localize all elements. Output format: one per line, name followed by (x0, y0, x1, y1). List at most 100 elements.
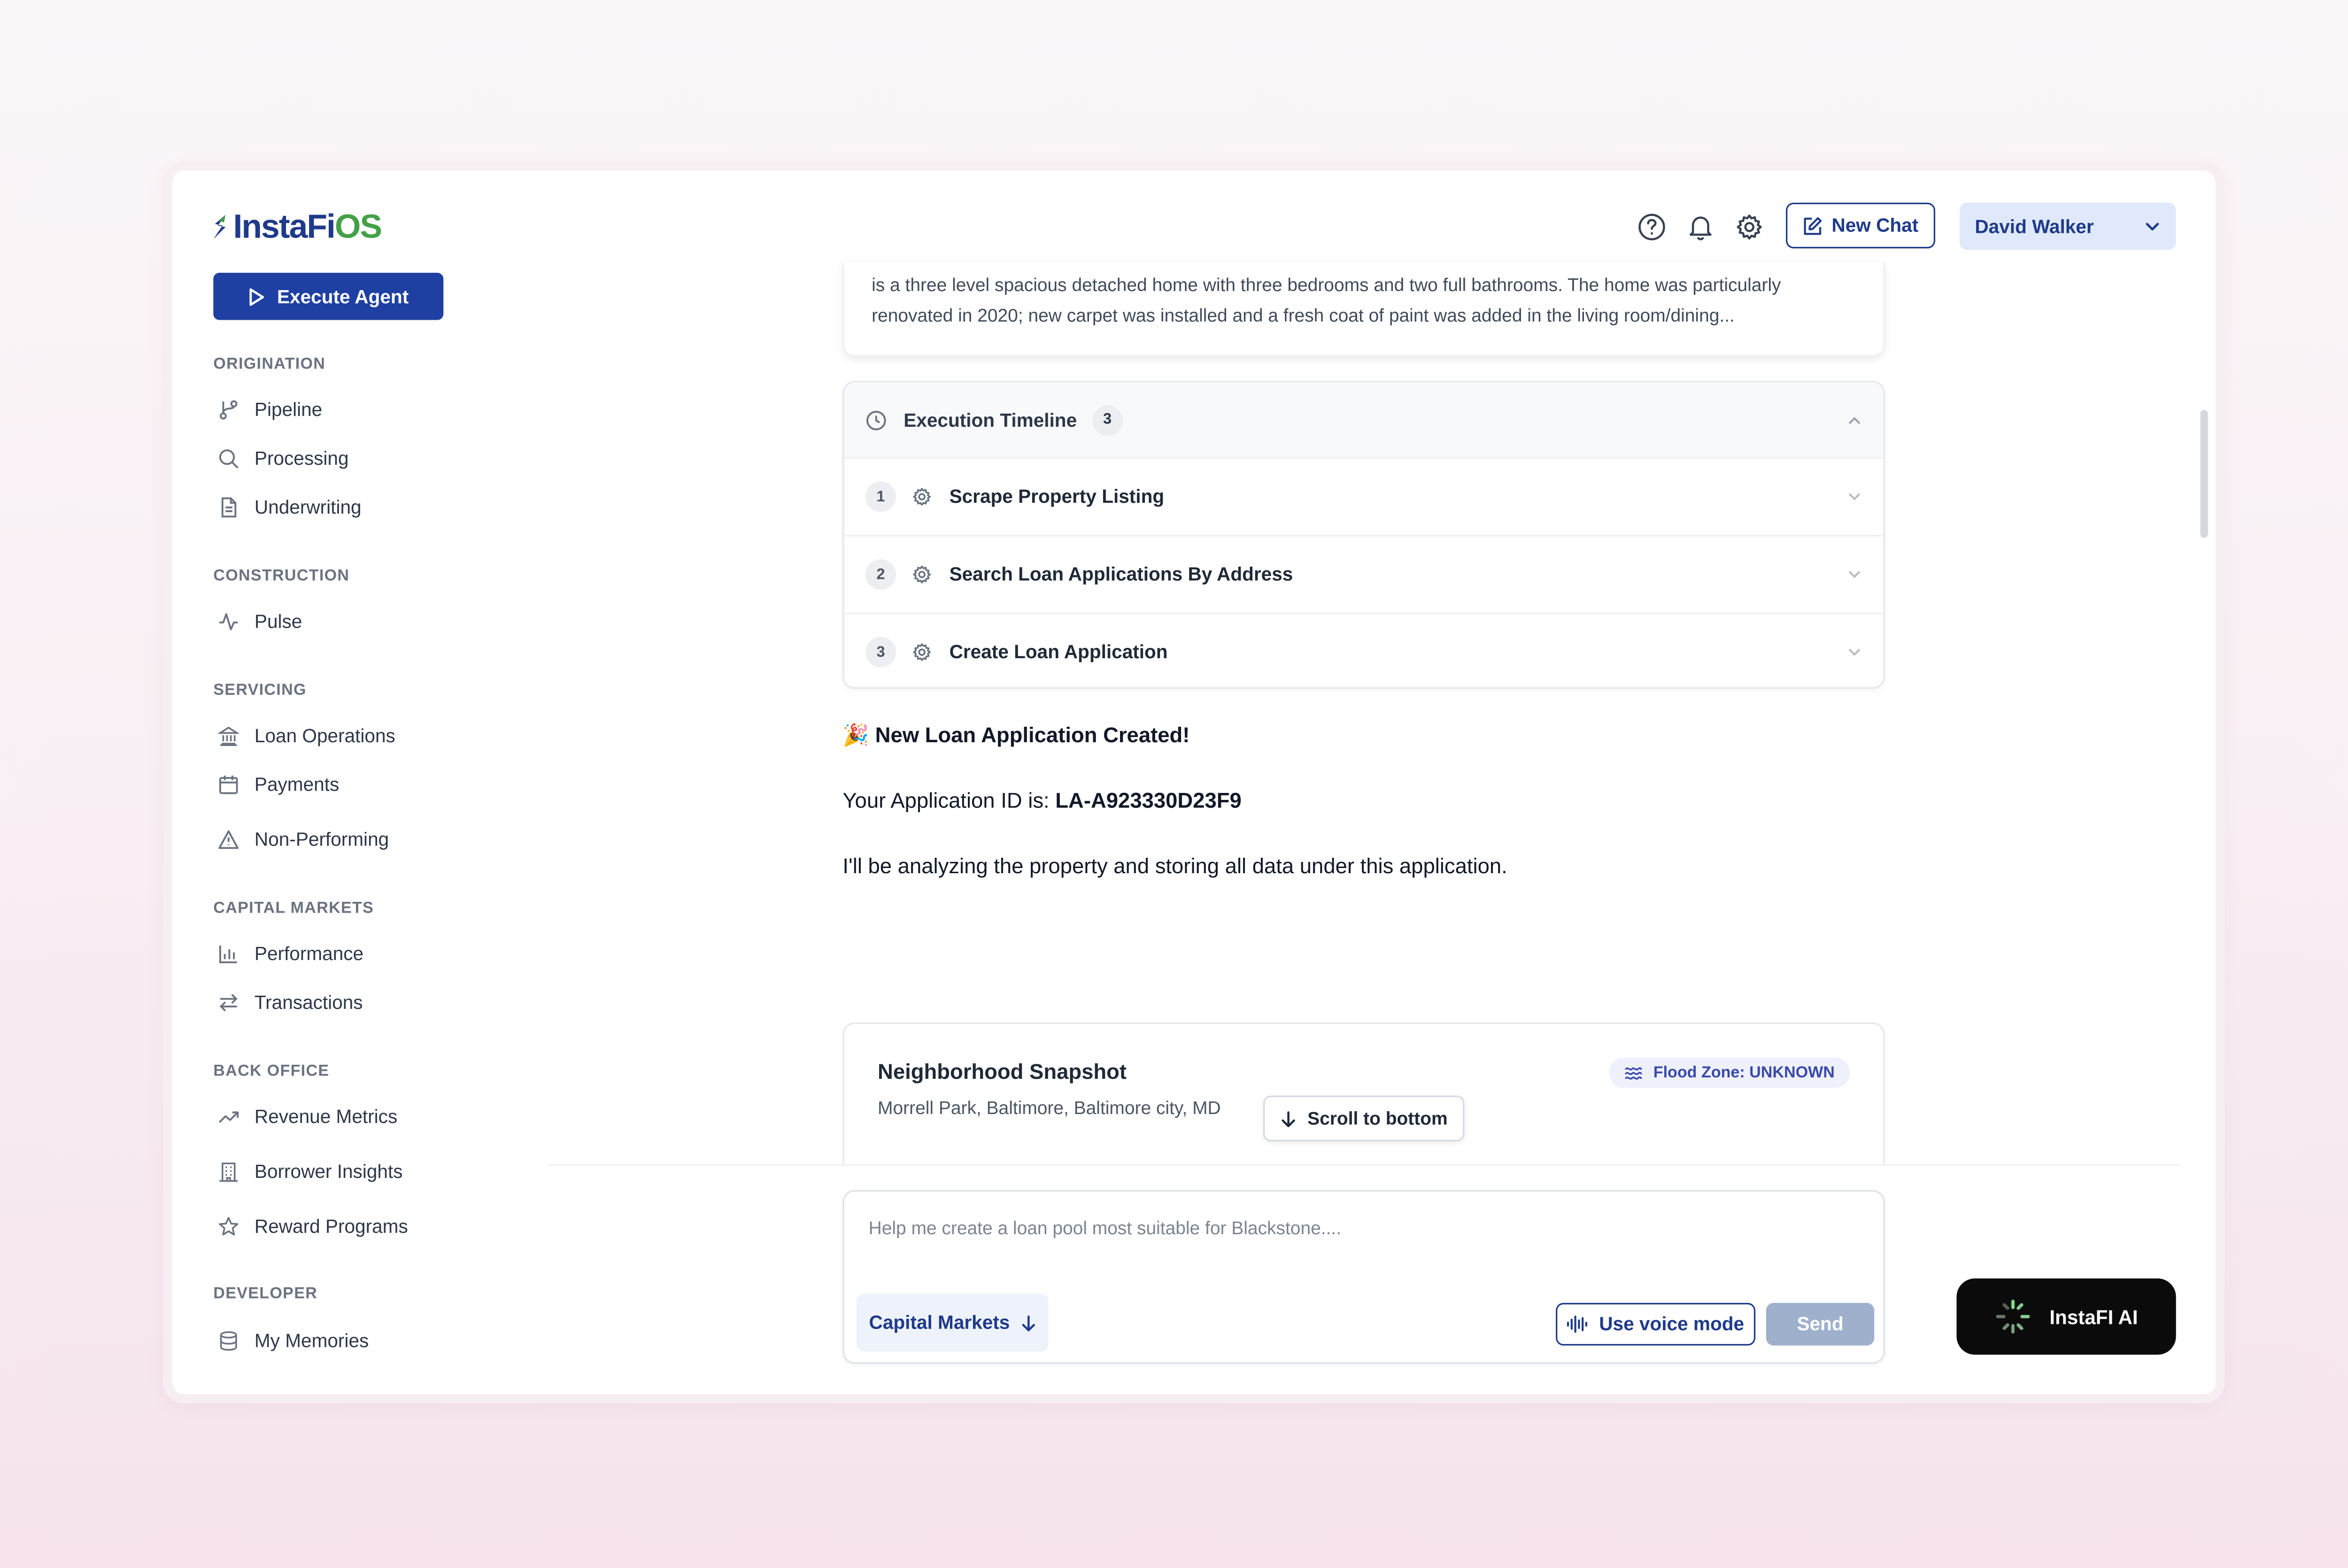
star-icon (219, 1217, 239, 1236)
flood-zone-badge: Flood Zone: UNKNOWN (1609, 1057, 1850, 1088)
application-id-value: LA-A923330D23F9 (1055, 788, 1242, 813)
gear-icon[interactable] (1734, 212, 1765, 242)
edit-icon (1804, 216, 1822, 234)
context-selector-button[interactable]: Capital Markets (856, 1293, 1049, 1352)
sidebar-item-processing[interactable]: Processing (218, 445, 349, 472)
bell-icon[interactable] (1685, 212, 1716, 242)
execution-timeline: Execution Timeline 3 1 Scrape Property L… (842, 381, 1885, 689)
send-button[interactable]: Send (1766, 1303, 1875, 1346)
swap-icon (219, 994, 238, 1011)
sidebar-item-label: Reward Programs (254, 1216, 408, 1237)
gear-icon (913, 565, 931, 584)
scroll-to-bottom-label: Scroll to bottom (1307, 1107, 1448, 1130)
logo-text: InstaFiOS (233, 207, 382, 246)
arrow-down-icon (1021, 1314, 1035, 1331)
execution-timeline-title: Execution Timeline (904, 409, 1077, 430)
send-label: Send (1797, 1313, 1844, 1335)
context-selector-label: Capital Markets (869, 1312, 1010, 1334)
sidebar-item-pipeline[interactable]: Pipeline (218, 396, 322, 423)
sidebar-item-performance[interactable]: Performance (218, 940, 363, 968)
step-count-badge: 3 (1092, 404, 1123, 435)
message-headline: 🎉 New Loan Application Created! (842, 723, 1189, 748)
sidebar-item-label: Performance (254, 943, 364, 965)
app-logo[interactable]: InstaFiOS (212, 207, 382, 246)
bank-icon (218, 726, 239, 746)
section-origination: ORIGINATION (213, 355, 326, 374)
building-icon (219, 1162, 238, 1182)
sidebar-item-my-memories[interactable]: My Memories (218, 1327, 369, 1354)
section-capital-markets: CAPITAL MARKETS (213, 899, 374, 918)
execute-agent-button[interactable]: Execute Agent (213, 273, 444, 320)
user-name: David Walker (1975, 215, 2094, 237)
sidebar-item-loan-operations[interactable]: Loan Operations (218, 723, 395, 750)
audio-waveform-icon (1568, 1315, 1588, 1333)
sidebar-item-underwriting[interactable]: Underwriting (218, 494, 362, 521)
step-number: 1 (865, 481, 896, 512)
timeline-step[interactable]: 2 Search Loan Applications By Address (844, 537, 1884, 615)
chevron-down-icon (1849, 649, 1860, 656)
sidebar-item-payments[interactable]: Payments (218, 771, 339, 798)
sidebar-item-non-performing[interactable]: Non-Performing (218, 826, 389, 853)
branch-icon (219, 400, 238, 420)
chat-composer: Capital Markets Use voice mode Send (842, 1190, 1885, 1364)
sidebar-item-label: Payments (254, 774, 340, 796)
sidebar-item-label: Non-Performing (254, 829, 389, 851)
chevron-down-icon (2146, 223, 2159, 231)
new-chat-button[interactable]: New Chat (1786, 202, 1936, 249)
step-label: Search Loan Applications By Address (949, 563, 1293, 585)
application-id-line: Your Application ID is: LA-A923330D23F9 (842, 788, 1241, 812)
new-chat-label: New Chat (1831, 215, 1919, 237)
headline-text: New Loan Application Created! (875, 722, 1190, 747)
logo-mark-icon (213, 215, 226, 239)
clock-icon (866, 410, 886, 430)
chat-input[interactable] (865, 1210, 1847, 1247)
sidebar-item-reward-programs[interactable]: Reward Programs (218, 1213, 408, 1240)
section-back-office: BACK OFFICE (213, 1062, 330, 1081)
sidebar-item-label: Underwriting (254, 497, 362, 518)
sidebar-item-label: Revenue Metrics (254, 1106, 398, 1128)
gear-icon (913, 643, 931, 661)
voice-mode-button[interactable]: Use voice mode (1556, 1303, 1756, 1346)
chevron-down-icon (1849, 571, 1860, 578)
warning-icon (218, 830, 239, 849)
sidebar-item-label: Transactions (254, 992, 363, 1014)
step-label: Create Loan Application (949, 641, 1168, 663)
search-icon (219, 449, 239, 469)
sidebar-item-label: Borrower Insights (254, 1161, 403, 1183)
calendar-icon (219, 776, 238, 794)
sidebar-item-label: My Memories (254, 1330, 369, 1352)
sidebar-item-label: Loan Operations (254, 725, 395, 747)
application-id-prefix: Your Application ID is: (842, 788, 1056, 813)
gear-icon (913, 488, 931, 506)
property-description-text: is a three level spacious detached home … (872, 274, 1781, 326)
voice-mode-label: Use voice mode (1599, 1313, 1745, 1335)
step-number: 2 (865, 559, 896, 590)
scroll-to-bottom-button[interactable]: Scroll to bottom (1263, 1095, 1465, 1142)
message-body: I'll be analyzing the property and stori… (842, 853, 1507, 878)
sidebar-item-borrower-insights[interactable]: Borrower Insights (218, 1158, 403, 1185)
party-emoji: 🎉 (842, 722, 870, 747)
property-description-card: is a three level spacious detached home … (842, 262, 1885, 357)
timeline-step[interactable]: 3 Create Loan Application (844, 614, 1884, 687)
timeline-step[interactable]: 1 Scrape Property Listing (844, 459, 1884, 537)
sidebar-item-transactions[interactable]: Transactions (218, 989, 363, 1016)
help-circle-icon[interactable] (1637, 212, 1667, 242)
app-window: InstaFiOS Execute Agent ORIGINATION Pipe… (172, 170, 2216, 1394)
loading-spinner-icon (1996, 1299, 2030, 1334)
user-menu-button[interactable]: David Walker (1959, 202, 2176, 250)
flood-zone-text: Flood Zone: UNKNOWN (1653, 1063, 1835, 1082)
step-label: Scrape Property Listing (949, 486, 1165, 507)
sidebar-item-label: Processing (254, 448, 349, 469)
step-number: 3 (865, 637, 896, 668)
neighborhood-location: Morrell Park, Baltimore, Baltimore city,… (878, 1097, 1221, 1119)
instafi-ai-button[interactable]: InstaFI AI (1956, 1278, 2176, 1355)
neighborhood-title: Neighborhood Snapshot (878, 1059, 1127, 1084)
play-icon (249, 287, 264, 305)
waves-icon (1625, 1067, 1642, 1080)
sidebar-item-revenue-metrics[interactable]: Revenue Metrics (218, 1103, 397, 1130)
execution-timeline-header[interactable]: Execution Timeline 3 (844, 382, 1884, 459)
section-developer: DEVELOPER (213, 1284, 318, 1303)
sidebar-item-label: Pipeline (254, 399, 323, 421)
sidebar-item-pulse[interactable]: Pulse (218, 608, 302, 635)
chat-scrollbar[interactable] (2200, 410, 2208, 538)
